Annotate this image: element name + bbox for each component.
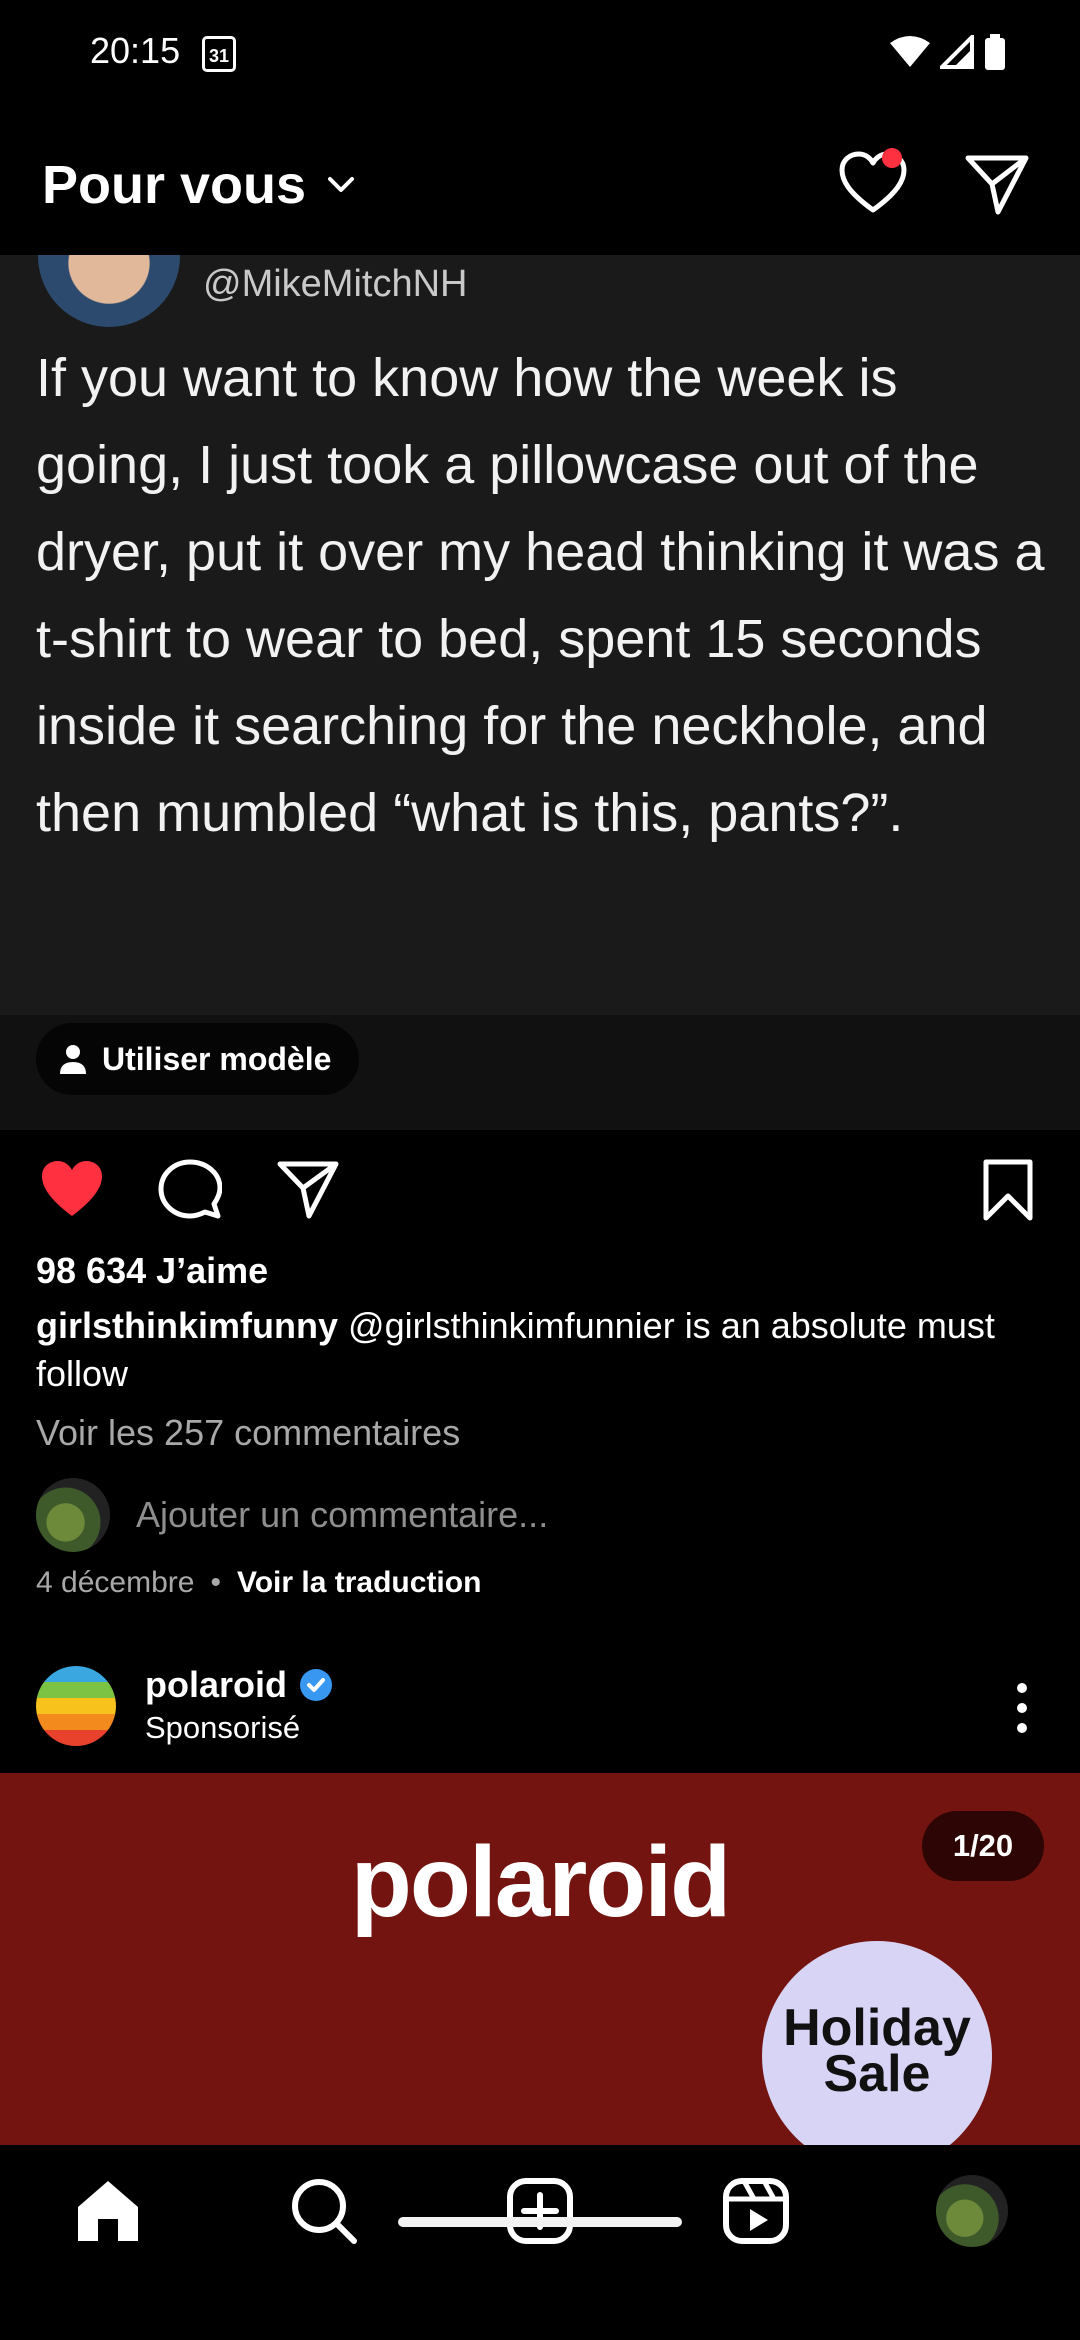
create-post-icon[interactable]	[504, 2175, 576, 2247]
comment-icon[interactable]	[158, 1158, 222, 1222]
bottom-nav	[0, 2145, 1080, 2340]
bookmark-icon[interactable]	[976, 1158, 1040, 1222]
feed-selector[interactable]: Pour vous	[42, 154, 356, 216]
sponsored-label: Sponsorisé	[145, 1710, 301, 1745]
holiday-sale-badge: Holiday Sale	[762, 1941, 992, 2145]
avatar	[36, 1478, 110, 1552]
direct-message-icon[interactable]	[964, 152, 1030, 218]
polaroid-avatar[interactable]	[36, 1666, 116, 1746]
status-icons	[890, 34, 1006, 70]
home-icon[interactable]	[72, 2175, 144, 2247]
use-template-button[interactable]: Utiliser modèle	[36, 1023, 360, 1095]
share-icon[interactable]	[276, 1158, 340, 1222]
more-options-icon[interactable]	[1000, 1678, 1044, 1738]
ad-brand-wordmark: polaroid	[350, 1826, 731, 1938]
post-actions	[0, 1150, 1080, 1230]
tweet-avatar	[38, 255, 180, 327]
profile-avatar[interactable]	[936, 2175, 1008, 2247]
chevron-down-icon	[328, 177, 355, 192]
battery-icon	[985, 34, 1005, 70]
caption-username[interactable]: girlsthinkimfunny	[36, 1305, 338, 1346]
reels-icon[interactable]	[720, 2175, 792, 2247]
ad-image[interactable]: polaroid 1/20 Holiday Sale	[0, 1773, 1080, 2145]
verified-badge-icon	[300, 1669, 332, 1701]
person-icon	[60, 1045, 86, 1074]
calendar-icon: 31	[202, 36, 236, 72]
app-header: Pour vous	[0, 130, 1080, 255]
add-comment-row[interactable]: Ajouter un commentaire...	[36, 1478, 548, 1552]
cell-signal-icon	[940, 35, 974, 69]
status-time: 20:15	[90, 30, 181, 71]
wifi-icon	[890, 36, 930, 67]
tweet-handle: @MikeMitchNH	[203, 263, 468, 305]
post-caption: girlsthinkimfunny @girlsthinkimfunnier i…	[36, 1302, 1046, 1398]
template-bar: Utiliser modèle	[0, 1015, 1080, 1130]
sponsor-name: polaroid	[145, 1664, 287, 1705]
post-meta: 4 décembre • Voir la traduction	[36, 1566, 481, 1600]
gesture-home-bar	[398, 2217, 682, 2227]
separator-dot: •	[210, 1566, 221, 1599]
comment-input[interactable]: Ajouter un commentaire...	[136, 1494, 548, 1536]
sponsored-post-header: polaroid Sponsorisé	[0, 1660, 1080, 1770]
search-icon[interactable]	[288, 2175, 360, 2247]
post-date: 4 décembre	[36, 1566, 195, 1599]
like-count[interactable]: 98 634 J’aime	[36, 1250, 268, 1292]
translate-link[interactable]: Voir la traduction	[237, 1566, 481, 1600]
tweet-text: If you want to know how the week is goin…	[36, 348, 1045, 843]
feed-title: Pour vous	[42, 155, 307, 215]
carousel-counter: 1/20	[922, 1811, 1044, 1881]
notification-badge	[882, 148, 902, 168]
sponsor-name-row[interactable]: polaroid	[145, 1664, 333, 1706]
use-template-label: Utiliser modèle	[102, 1040, 332, 1077]
status-bar: 20:15 31	[0, 0, 1080, 110]
view-comments-link[interactable]: Voir les 257 commentaires	[36, 1412, 460, 1454]
badge-line-2: Sale	[823, 2045, 931, 2103]
like-heart-icon[interactable]	[40, 1158, 104, 1222]
post-image[interactable]: @MikeMitchNH If you want to know how the…	[0, 255, 1080, 1015]
